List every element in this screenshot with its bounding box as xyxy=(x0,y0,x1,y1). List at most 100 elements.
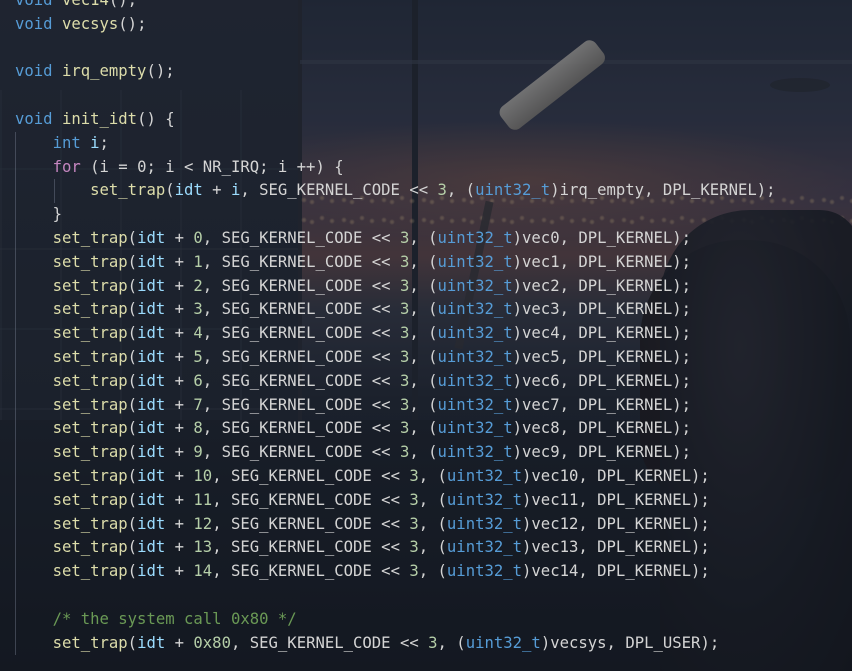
operator: + xyxy=(165,419,194,438)
code-line[interactable]: set_trap(idt + 6, SEG_KERNEL_CODE << 3, … xyxy=(15,370,691,394)
segment-macro: SEG_KERNEL_CODE xyxy=(230,490,372,509)
idt-variable: idt xyxy=(137,229,166,247)
operator: + xyxy=(165,538,194,557)
handler-name: vec7 xyxy=(522,395,560,414)
code-line[interactable]: set_trap(idt + 11, SEG_KERNEL_CODE << 3,… xyxy=(15,489,710,513)
paren: ) xyxy=(522,467,532,485)
trap-index: 6 xyxy=(193,371,203,390)
privilege-macro: DPL_KERNEL xyxy=(578,348,673,366)
comma: , xyxy=(202,419,222,438)
paren: ) xyxy=(512,252,523,271)
code-line[interactable]: set_trap(idt + 9, SEG_KERNEL_CODE << 3, … xyxy=(15,441,691,465)
segment-macro: SEG_KERNEL_CODE xyxy=(221,395,363,414)
paren: ) xyxy=(540,633,551,652)
code-line[interactable]: set_trap(idt + 0, SEG_KERNEL_CODE << 3, … xyxy=(15,227,691,251)
idt-variable: idt xyxy=(137,276,166,295)
trap-index: 5 xyxy=(193,348,203,366)
operator: + xyxy=(165,514,194,533)
segment-macro: SEG_KERNEL_CODE xyxy=(221,324,363,343)
code-line[interactable]: set_trap(idt + i, SEG_KERNEL_CODE << 3, … xyxy=(15,179,775,203)
trap-index: 4 xyxy=(193,324,203,343)
code-line[interactable]: set_trap(idt + 3, SEG_KERNEL_CODE << 3, … xyxy=(15,298,691,322)
punctuation: ); xyxy=(672,229,692,247)
comma: , xyxy=(606,633,626,652)
idt-variable: idt xyxy=(174,181,203,200)
code-line[interactable]: void init_idt() { xyxy=(15,108,175,132)
shift-operator: << xyxy=(362,252,400,271)
comma: , xyxy=(202,276,222,295)
punctuation: ); xyxy=(691,490,710,509)
comma: , xyxy=(559,229,579,247)
shift-operator: << xyxy=(390,633,429,652)
comma: , xyxy=(559,443,579,462)
privilege-macro: DPL_KERNEL xyxy=(578,324,673,343)
code-line[interactable]: /* the system call 0x80 */ xyxy=(15,608,297,632)
cast-type: uint32_t xyxy=(437,229,513,247)
code-line[interactable]: set_trap(idt + 4, SEG_KERNEL_CODE << 3, … xyxy=(15,322,691,346)
code-line[interactable]: set_trap(idt + 0x80, SEG_KERNEL_CODE << … xyxy=(15,632,720,656)
code-line[interactable]: void vecsys(); xyxy=(15,13,146,37)
comma: , xyxy=(578,467,598,485)
paren: ) xyxy=(550,181,560,200)
set-trap-call: set_trap xyxy=(52,419,128,438)
code-line[interactable]: set_trap(idt + 8, SEG_KERNEL_CODE << 3, … xyxy=(15,417,691,441)
for-keyword: for xyxy=(52,157,81,176)
privilege-macro: DPL_KERNEL xyxy=(578,276,673,295)
comma: , xyxy=(212,538,231,557)
operator: + xyxy=(202,181,231,200)
code-line[interactable]: set_trap(idt + 12, SEG_KERNEL_CODE << 3,… xyxy=(15,513,710,537)
punctuation: , ( xyxy=(418,538,447,557)
trap-index: 13 xyxy=(193,538,213,557)
code-line[interactable]: } xyxy=(15,203,62,227)
operator: + xyxy=(165,562,194,581)
shift-operator: << xyxy=(362,324,400,343)
set-trap-call: set_trap xyxy=(90,181,166,200)
operator: + xyxy=(165,371,194,390)
code-line[interactable]: set_trap(idt + 10, SEG_KERNEL_CODE << 3,… xyxy=(15,465,710,489)
idt-variable: idt xyxy=(137,348,166,366)
operator: + xyxy=(165,276,194,295)
privilege-macro: DPL_KERNEL xyxy=(662,181,757,200)
paren: ) xyxy=(512,419,523,438)
code-line[interactable]: set_trap(idt + 5, SEG_KERNEL_CODE << 3, … xyxy=(15,346,691,370)
code-line[interactable]: set_trap(idt + 14, SEG_KERNEL_CODE << 3,… xyxy=(15,560,710,584)
trap-index: i xyxy=(230,181,241,200)
comma: , xyxy=(202,395,222,414)
paren: ( xyxy=(165,181,175,200)
cast-type: uint32_t xyxy=(437,276,513,295)
code-editor[interactable]: void vec14(); void vecsys(); void irq_empt… xyxy=(0,0,852,671)
idt-variable: idt xyxy=(137,633,166,652)
set-trap-call: set_trap xyxy=(52,252,128,271)
privilege-macro: DPL_KERNEL xyxy=(578,252,673,271)
comma: , xyxy=(202,229,222,247)
set-trap-call: set_trap xyxy=(52,395,128,414)
code-line[interactable]: set_trap(idt + 13, SEG_KERNEL_CODE << 3,… xyxy=(15,536,710,560)
paren: ( xyxy=(127,514,138,533)
handler-name: vec3 xyxy=(522,300,560,319)
segment-macro: SEG_KERNEL_CODE xyxy=(259,181,400,200)
punctuation: ); xyxy=(672,371,692,390)
paren: ( xyxy=(127,300,138,319)
code-line[interactable]: for (i = 0; i < NR_IRQ; i ++) { xyxy=(15,156,344,180)
code-line[interactable]: void vec14(); xyxy=(15,0,137,13)
segment-macro: SEG_KERNEL_CODE xyxy=(221,300,363,319)
trap-index: 1 xyxy=(193,252,203,271)
code-line[interactable]: set_trap(idt + 2, SEG_KERNEL_CODE << 3, … xyxy=(15,275,691,299)
trap-index: 0x80 xyxy=(193,633,231,652)
comma: , xyxy=(212,490,231,509)
code-line[interactable]: set_trap(idt + 1, SEG_KERNEL_CODE << 3, … xyxy=(15,251,691,275)
set-trap-call: set_trap xyxy=(52,229,128,247)
paren: ) xyxy=(522,562,532,581)
return-type: void xyxy=(15,110,53,128)
shift-amount: 3 xyxy=(437,181,447,200)
comma: , xyxy=(212,514,231,533)
code-line[interactable]: set_trap(idt + 7, SEG_KERNEL_CODE << 3, … xyxy=(15,394,691,418)
code-line[interactable]: int i; xyxy=(15,132,109,156)
paren: ( xyxy=(127,276,138,295)
trap-index: 7 xyxy=(193,395,203,414)
code-line[interactable]: void irq_empty(); xyxy=(15,60,175,84)
